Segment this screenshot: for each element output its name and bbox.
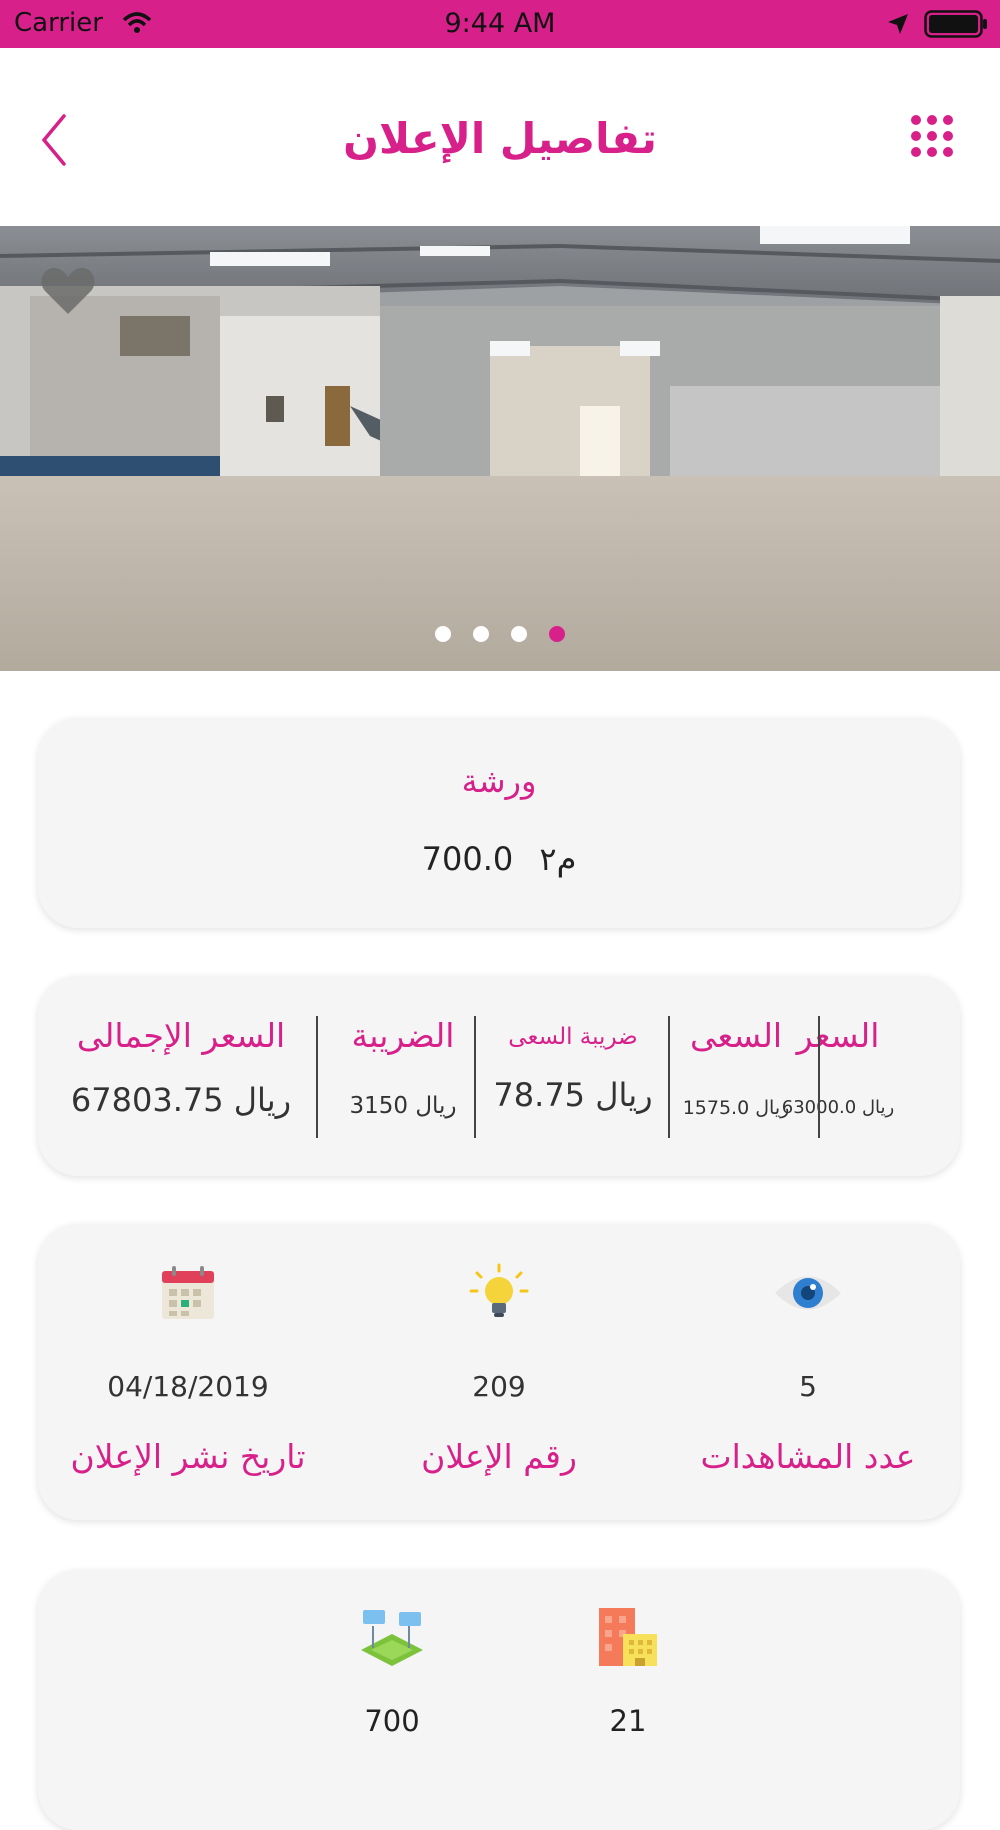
divider	[316, 1016, 318, 1138]
publish-date-label: تاريخ نشر الإعلان	[70, 1437, 306, 1476]
carousel-dot[interactable]	[511, 626, 527, 642]
commission-column: السعى 1575.0 ريال	[666, 1016, 806, 1138]
publish-date-stat: 04/18/2019 تاريخ نشر الإعلان	[38, 1258, 338, 1476]
buildings-value: 21	[609, 1704, 647, 1738]
total-column: السعر الإجمالى 67803.75 ريال	[56, 1016, 306, 1138]
buildings-feature: 21	[548, 1604, 708, 1738]
calendar-icon	[162, 1266, 214, 1319]
pricing-card: السعر 63000.0 ريال السعى 1575.0 ريال ضري…	[38, 976, 960, 1176]
page-title: تفاصيل الإعلان	[343, 114, 657, 163]
stats-card: 5 عدد المشاهدات 209 رقم الإعلان 04/18/20…	[38, 1224, 960, 1520]
carousel-dot[interactable]	[473, 626, 489, 642]
tax-column: الضريبة 3150 ريال	[338, 1016, 468, 1138]
area-value: 700.0	[421, 840, 514, 878]
ad-number-value: 209	[472, 1370, 526, 1403]
commission-label: السعى	[689, 1016, 783, 1055]
battery-icon	[924, 10, 988, 42]
status-bar: Carrier 9:44 AM	[0, 0, 1000, 48]
tax-label: الضريبة	[351, 1016, 455, 1055]
tax-value: 3150 ريال	[349, 1093, 457, 1119]
listing-photo	[0, 226, 1000, 671]
views-label: عدد المشاهدات	[700, 1437, 916, 1476]
land-feature: 700	[312, 1604, 472, 1738]
heart-icon	[41, 267, 95, 314]
divider	[474, 1016, 476, 1138]
carousel-dot[interactable]	[435, 626, 451, 642]
ad-number-stat: 209 رقم الإعلان	[349, 1258, 649, 1476]
carousel-page-indicator	[0, 626, 1000, 642]
land-value: 700	[364, 1704, 420, 1738]
image-carousel[interactable]	[0, 226, 1000, 671]
land-icon	[361, 1610, 423, 1666]
eye-icon	[775, 1276, 841, 1310]
commission-tax-value: 78.75 ريال	[493, 1076, 653, 1114]
summary-card: ورشة م٢ 700.0	[38, 718, 960, 928]
commission-tax-label: ضريبة السعى	[508, 1024, 638, 1050]
divider	[818, 1016, 820, 1138]
menu-button[interactable]	[910, 114, 954, 158]
total-value: 67803.75 ريال	[70, 1081, 292, 1119]
total-label: السعر الإجمالى	[76, 1016, 286, 1055]
grid-menu-icon	[911, 115, 953, 157]
divider	[668, 1016, 670, 1138]
features-card: 21 700	[38, 1570, 960, 1830]
publish-date-value: 04/18/2019	[107, 1370, 269, 1403]
area-display: م٢ 700.0	[38, 840, 960, 878]
navigation-bar: تفاصيل الإعلان	[0, 48, 1000, 226]
favorite-button[interactable]	[40, 266, 96, 316]
views-stat: 5 عدد المشاهدات	[658, 1258, 958, 1476]
commission-tax-column: ضريبة السعى 78.75 ريال	[488, 1016, 658, 1138]
ad-number-label: رقم الإعلان	[421, 1437, 577, 1476]
buildings-icon	[599, 1608, 657, 1666]
clock: 9:44 AM	[444, 8, 556, 39]
area-unit: م٢	[539, 840, 577, 878]
property-type: ورشة	[461, 762, 537, 800]
views-value: 5	[799, 1370, 817, 1403]
carousel-dot-active[interactable]	[549, 626, 565, 642]
commission-value: 1575.0 ريال	[682, 1097, 790, 1119]
location-arrow-icon	[886, 12, 910, 40]
lightbulb-icon	[469, 1263, 529, 1317]
